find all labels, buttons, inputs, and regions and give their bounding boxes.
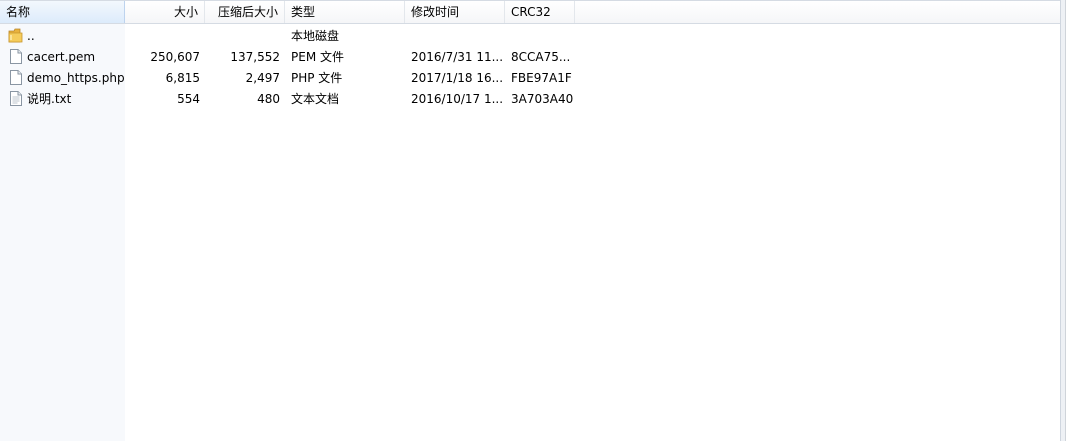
column-header-name-label: 名称 [6, 5, 31, 19]
column-header-type-label: 类型 [291, 5, 316, 19]
file-name-cell: demo_https.php [8, 68, 125, 89]
column-header-type[interactable]: 类型 [285, 1, 405, 23]
file-name: .. [27, 29, 35, 43]
list-item-cacert[interactable]: cacert.pem 250,607 137,552 PEM 文件 2016/7… [0, 47, 600, 68]
column-header-size[interactable]: 大小 [125, 1, 205, 23]
column-header-crc[interactable]: CRC32 [505, 1, 575, 23]
file-modified-time: 2016/7/31 11... [411, 50, 503, 64]
file-type: 本地磁盘 [291, 29, 340, 43]
file-crc [511, 26, 573, 47]
file-modified-time: 2016/10/17 1... [411, 92, 503, 106]
file-name-cell: cacert.pem [8, 47, 125, 68]
file-compressed-size: 2,497 [245, 71, 280, 85]
file-size: 554 [177, 92, 200, 106]
file-size: 6,815 [165, 71, 200, 85]
column-header-size-label: 大小 [173, 5, 198, 19]
folder-up-icon [8, 27, 24, 44]
file-type: PHP 文件 [291, 71, 343, 85]
column-header-compressed-size-label: 压缩后大小 [217, 5, 278, 19]
file-crc: 8CCA75... [511, 50, 571, 64]
file-icon [8, 69, 24, 86]
file-name: 说明.txt [27, 92, 72, 106]
file-compressed-size: 480 [257, 92, 280, 106]
column-header-crc-label: CRC32 [511, 5, 551, 19]
file-type: PEM 文件 [291, 50, 344, 64]
file-type: 文本文档 [291, 92, 340, 106]
column-header-compressed-size[interactable]: 压缩后大小 [205, 1, 285, 23]
file-crc: FBE97A1F [511, 71, 572, 85]
column-header-modified-label: 修改时间 [411, 5, 460, 19]
file-size [125, 26, 200, 47]
list-item-parent-folder[interactable]: .. 本地磁盘 [0, 26, 600, 47]
file-modified-time: 2017/1/18 16... [411, 71, 503, 85]
file-name: cacert.pem [27, 50, 96, 64]
file-size: 250,607 [150, 50, 200, 64]
file-name-cell: 说明.txt [8, 89, 125, 110]
column-header-bar: ⌃ 名称 大小 压缩后大小 类型 修改时间 CRC32 [0, 0, 1062, 24]
list-item-readme-txt[interactable]: 说明.txt 554 480 文本文档 2016/10/17 1... 3A70… [0, 89, 600, 110]
sort-ascending-icon: ⌃ [60, 1, 69, 8]
column-header-name[interactable]: ⌃ 名称 [0, 1, 125, 23]
file-icon [8, 48, 24, 65]
file-list: .. 本地磁盘 cacert.pem 250,607 137,552 PEM 文… [0, 26, 600, 110]
file-name: demo_https.php [27, 71, 125, 85]
file-name-cell: .. [8, 26, 125, 47]
list-item-demo-https[interactable]: demo_https.php 6,815 2,497 PHP 文件 2017/1… [0, 68, 600, 89]
window-right-frame [1060, 0, 1065, 441]
file-list-window: ⌃ 名称 大小 压缩后大小 类型 修改时间 CRC32 .. 本地磁盘 cace… [0, 0, 1066, 441]
file-crc: 3A703A40 [511, 92, 573, 106]
file-compressed-size: 137,552 [230, 50, 280, 64]
text-file-icon [8, 90, 24, 107]
file-modified-time [411, 26, 503, 47]
column-header-modified[interactable]: 修改时间 [405, 1, 505, 23]
file-compressed-size [205, 26, 280, 47]
